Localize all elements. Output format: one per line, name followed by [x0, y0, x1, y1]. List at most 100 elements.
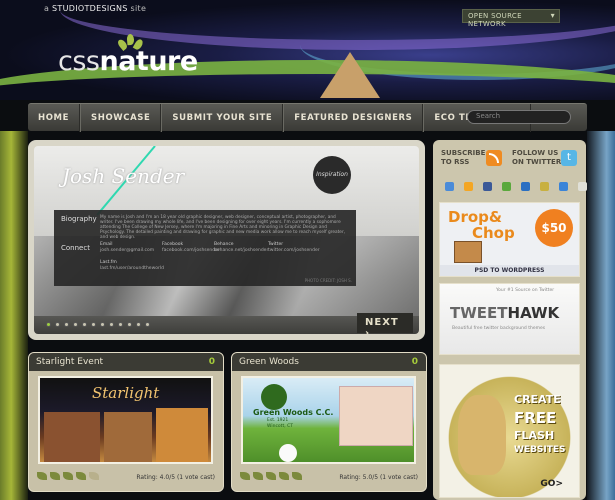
rating-leaves[interactable] — [240, 472, 302, 480]
right-decoration — [587, 131, 615, 500]
tweethawk-ad[interactable]: Your #1 Source on Twitter TWEETHAWK Beau… — [439, 283, 580, 355]
slider-dot[interactable] — [109, 322, 114, 327]
card-thumbnail[interactable]: Green Woods C.C. Est. 1921 Wincott, CT — [241, 376, 416, 464]
slider-dot[interactable] — [82, 322, 87, 327]
leaf-icon[interactable] — [253, 472, 263, 480]
thumb-golfball — [279, 444, 297, 462]
slider-dot[interactable] — [145, 322, 150, 327]
ad-headline: Drop& Chop — [448, 208, 515, 242]
biography-text: My name is Josh and I'm an 18 year old g… — [100, 215, 346, 240]
drop-chop-ad[interactable]: Drop& Chop $50 PSD TO WORDPRESS — [439, 202, 580, 277]
contact-email[interactable]: Email josh.sender@gmail.com — [100, 242, 154, 254]
bookmark-icon[interactable] — [445, 182, 454, 191]
main-nav: HOME SHOWCASE SUBMIT YOUR SITE FEATURED … — [28, 103, 587, 132]
slider-pagination — [46, 322, 150, 330]
designer-name: Josh Sender — [62, 164, 185, 188]
bookmark-icon[interactable] — [521, 182, 530, 191]
thumb-title: Starlight — [92, 384, 160, 402]
connect-label: Connect — [61, 244, 90, 252]
chevron-right-icon: › — [365, 328, 371, 334]
site-logo[interactable]: cssnature — [58, 46, 198, 77]
slider-dot[interactable] — [73, 322, 78, 327]
contact-facebook[interactable]: Facebook facebook.com/joshsender — [162, 242, 220, 254]
ad-word: CREATE — [514, 393, 561, 406]
leaf-icon[interactable] — [76, 472, 86, 480]
card-thumbnail[interactable]: Starlight — [38, 376, 213, 464]
thumb-title: Green Woods C.C. — [253, 408, 334, 417]
bookmark-icon[interactable] — [483, 182, 492, 191]
ad-tagline: Your #1 Source on Twitter — [496, 288, 555, 293]
contact-lastfm[interactable]: Last.fm last.fm/user/aroundtheworld — [100, 260, 164, 272]
subscribe-rss-link[interactable]: SUBSCRIBE TO RSS — [441, 149, 485, 167]
ad-word: FLASH — [514, 429, 555, 442]
thumb-photo-1 — [44, 412, 100, 462]
bookmark-icon[interactable] — [578, 182, 587, 191]
pinup-illustration — [458, 395, 506, 475]
header-banner: a STUDIOTDESIGNS site OPEN SOURCE NETWOR… — [0, 0, 615, 100]
rss-icon[interactable] — [486, 150, 502, 166]
nav-featured-designers[interactable]: FEATURED DESIGNERS — [283, 103, 424, 132]
leaf-icon[interactable] — [63, 472, 73, 480]
ad-brand: TWEETHAWK — [450, 304, 560, 322]
thumb-panel — [339, 386, 413, 446]
slider-dot[interactable] — [136, 322, 141, 327]
ad-word: FREE — [514, 409, 557, 427]
bookmark-icon[interactable] — [540, 182, 549, 191]
rating-text: Rating: 5.0/5 (1 vote cast) — [339, 474, 418, 481]
contact-behance[interactable]: Behance behance.net/joshsender — [214, 242, 268, 254]
thumb-subtitle-2: Wincott, CT — [267, 424, 293, 429]
gallery-card[interactable]: Starlight Event 0 Starlight Rating: 4.0/… — [28, 352, 224, 492]
leaf-icon[interactable] — [89, 472, 99, 480]
nav-home[interactable]: HOME — [28, 103, 81, 132]
network-site-label[interactable]: a STUDIOTDESIGNS site — [44, 4, 146, 13]
next-button[interactable]: NEXT › — [357, 313, 413, 334]
ad-subtitle: Beautiful free twitter background themes — [452, 326, 546, 331]
card-title[interactable]: Starlight Event — [36, 357, 103, 367]
slider-dot[interactable] — [46, 322, 51, 327]
search-input[interactable]: Search — [467, 110, 571, 124]
rating-leaves[interactable] — [37, 472, 99, 480]
go-button[interactable]: GO> — [540, 479, 563, 489]
leaf-icon[interactable] — [279, 472, 289, 480]
leaf-icon[interactable] — [37, 472, 47, 480]
chevron-down-icon: ▾ — [550, 11, 555, 20]
thumb-photo-2 — [104, 412, 152, 462]
photo-credit: PHOTO CREDIT: JOSH S. — [304, 278, 352, 283]
bookmark-icon[interactable] — [502, 182, 511, 191]
contact-twitter[interactable]: Twitter twitter.com/joshsender — [268, 242, 320, 254]
twitter-icon[interactable]: t — [561, 150, 577, 166]
bookmark-icon[interactable] — [464, 182, 473, 191]
leaf-icon[interactable] — [292, 472, 302, 480]
follow-twitter-link[interactable]: FOLLOW US ON TWITTER — [512, 149, 561, 167]
left-decoration — [0, 131, 28, 500]
open-source-network-dropdown[interactable]: OPEN SOURCE NETWORK ▾ — [462, 9, 560, 28]
slider-dot[interactable] — [55, 322, 60, 327]
price-badge: $50 — [535, 209, 573, 247]
sidebar: SUBSCRIBE TO RSS FOLLOW US ON TWITTER t Dr… — [433, 140, 587, 500]
featured-designer-slider: Josh Sender Inspiration Biography My nam… — [28, 140, 425, 340]
thumb-tree — [261, 384, 287, 410]
designer-bio-panel: Biography My name is Josh and I'm an 18 … — [54, 210, 356, 286]
slider-dot[interactable] — [100, 322, 105, 327]
leaf-icon[interactable] — [50, 472, 60, 480]
gallery-card[interactable]: Green Woods 0 Green Woods C.C. Est. 1921… — [231, 352, 427, 492]
leaf-icon[interactable] — [240, 472, 250, 480]
slider-dot[interactable] — [91, 322, 96, 327]
rating-text: Rating: 4.0/5 (1 vote cast) — [136, 474, 215, 481]
flash-websites-ad[interactable]: CREATE FREE FLASH WEBSITES GO> — [439, 364, 580, 498]
comment-count: 0 — [411, 357, 418, 367]
slider-dot[interactable] — [118, 322, 123, 327]
bookmark-icon[interactable] — [559, 182, 568, 191]
slider-dot[interactable] — [64, 322, 69, 327]
nav-showcase[interactable]: SHOWCASE — [80, 103, 162, 132]
ad-word: WEBSITES — [514, 445, 566, 455]
card-title[interactable]: Green Woods — [239, 357, 299, 367]
thumb-subtitle: Est. 1921 — [267, 418, 289, 423]
leaf-icon[interactable] — [266, 472, 276, 480]
nav-submit-your-site[interactable]: SUBMIT YOUR SITE — [161, 103, 284, 132]
box-icon — [454, 241, 482, 263]
social-links: SUBSCRIBE TO RSS FOLLOW US ON TWITTER t — [433, 140, 587, 200]
slider-dot[interactable] — [127, 322, 132, 327]
featured-slide: Josh Sender Inspiration Biography My nam… — [34, 146, 419, 334]
bookmark-icons — [445, 182, 587, 191]
